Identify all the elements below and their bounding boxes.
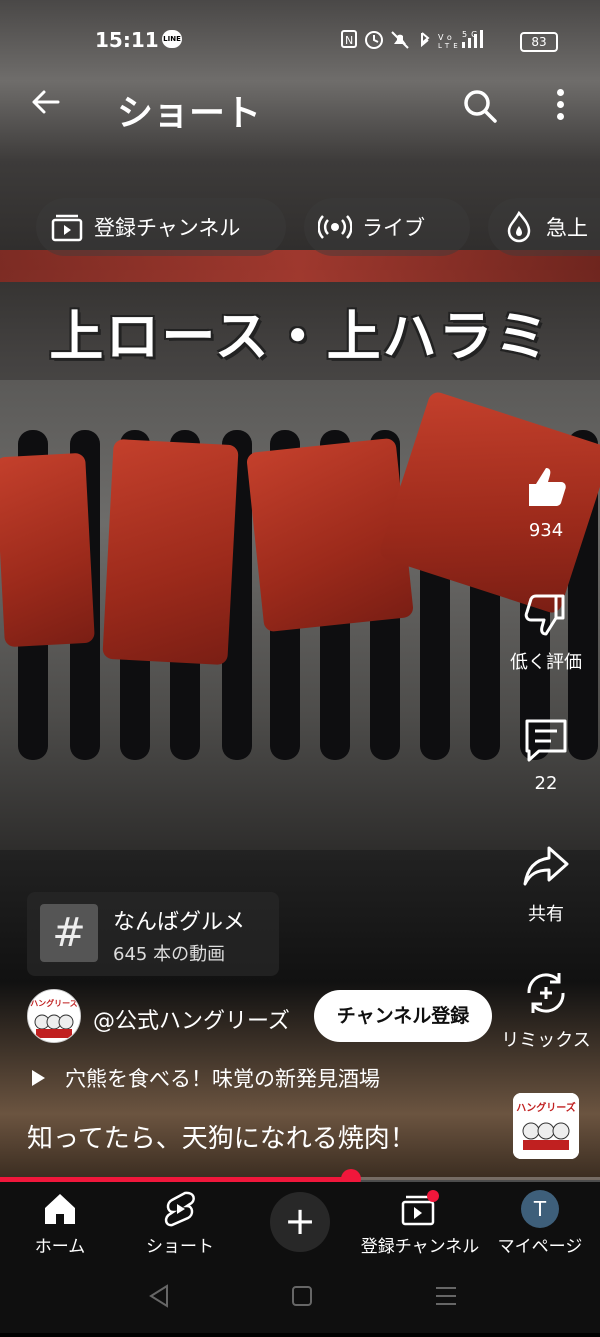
dislike-button[interactable]: 低く評価	[500, 590, 592, 674]
channel-avatar[interactable]: ハングリーズ	[27, 989, 81, 1043]
system-recents-icon[interactable]	[436, 1287, 456, 1305]
status-icons-svg: N Vo LTE 5G	[341, 30, 483, 50]
status-time: 15:11	[95, 28, 159, 52]
svg-text:Vo: Vo	[438, 33, 456, 42]
comment-icon	[525, 719, 567, 762]
more-dot-icon	[556, 101, 564, 108]
share-icon	[523, 846, 569, 886]
bottom-navigation: ホーム ショート + 登録チャンネル T マイページ	[0, 1182, 600, 1264]
nav-subscriptions[interactable]: 登録チャンネル	[360, 1190, 480, 1257]
avatar-logo-text: ハングリーズ	[30, 998, 78, 1008]
notification-dot	[427, 1190, 439, 1202]
subscriptions-icon	[360, 1190, 480, 1228]
hashtag-icon: #	[40, 904, 98, 962]
home-icon	[0, 1190, 120, 1228]
comments-button[interactable]: 22	[500, 715, 592, 794]
line-notification-icon: LINE	[162, 30, 182, 48]
nav-mypage-label: マイページ	[497, 1237, 583, 1257]
share-button[interactable]: 共有	[500, 842, 592, 926]
svg-text:LTE: LTE	[438, 42, 462, 50]
hashtag-card[interactable]: # なんばグルメ 645 本の動画	[27, 892, 279, 976]
svg-text:N: N	[345, 34, 357, 47]
sound-logo-icon: ハングリーズ	[513, 1093, 579, 1159]
meat-slice	[102, 438, 239, 666]
more-options-button[interactable]	[548, 84, 572, 128]
search-icon	[464, 90, 497, 123]
svg-text:5G: 5G	[462, 30, 481, 39]
user-avatar: T	[480, 1190, 600, 1228]
nav-shorts-label: ショート	[146, 1237, 214, 1257]
search-button[interactable]	[462, 88, 498, 124]
remix-label: リミックス	[501, 1030, 591, 1051]
nav-subscriptions-label: 登録チャンネル	[360, 1237, 480, 1257]
chip-label: 登録チャンネル	[94, 216, 241, 240]
thumbs-down-icon	[524, 594, 565, 636]
create-button[interactable]: +	[270, 1192, 330, 1252]
filter-chips: 登録チャンネル ライブ 急上	[0, 198, 600, 260]
play-triangle-icon	[32, 1070, 45, 1086]
video-overlay-title: 上ロース・上ハラミ	[49, 304, 551, 368]
subscriptions-icon	[50, 210, 84, 244]
trending-icon	[502, 210, 536, 244]
app-bar: ショート	[0, 78, 600, 138]
shorts-icon	[120, 1190, 240, 1228]
nav-home-label: ホーム	[34, 1237, 86, 1257]
system-home-icon[interactable]	[292, 1286, 312, 1306]
chip-live[interactable]: ライブ	[304, 198, 470, 256]
chip-trending[interactable]: 急上	[488, 198, 600, 256]
more-dot-icon	[556, 89, 564, 96]
subscribe-button[interactable]: チャンネル登録	[314, 990, 492, 1042]
like-button[interactable]: 934	[500, 462, 592, 541]
back-arrow-icon	[32, 90, 60, 114]
system-navigation-bar	[0, 1264, 600, 1333]
remix-icon	[527, 973, 565, 1013]
share-label: 共有	[528, 904, 564, 925]
page-title: ショート	[117, 93, 262, 134]
system-status-icons: N Vo LTE 5G	[340, 28, 510, 55]
meat-slice	[0, 452, 95, 648]
status-bar: 15:11 LINE N Vo LTE 5G 83	[0, 22, 600, 58]
comment-count: 22	[534, 773, 558, 794]
system-back-icon[interactable]	[149, 1284, 168, 1308]
nav-shorts[interactable]: ショート	[120, 1190, 240, 1257]
hashtag-video-count: 645 本の動画	[113, 944, 226, 965]
battery-indicator: 83	[520, 32, 558, 52]
dislike-label: 低く評価	[510, 652, 582, 673]
channel-row: ハングリーズ @公式ハングリーズ チャンネル登録	[27, 989, 497, 1045]
like-count: 934	[528, 520, 564, 541]
live-icon	[317, 210, 353, 244]
chip-label: 急上	[546, 216, 588, 240]
more-dot-icon	[556, 113, 564, 120]
remix-button[interactable]: リミックス	[500, 968, 592, 1052]
related-video-title: 穴熊を食べる！味覚の新発見酒場	[65, 1067, 380, 1091]
channel-logo-icon: ハングリーズ	[28, 990, 80, 1042]
sound-logo-text: ハングリーズ	[516, 1101, 576, 1114]
chip-subscriptions[interactable]: 登録チャンネル	[36, 198, 286, 256]
sound-thumbnail[interactable]: ハングリーズ	[513, 1093, 579, 1159]
nav-mypage[interactable]: T マイページ	[480, 1190, 600, 1257]
back-button[interactable]	[28, 84, 64, 129]
video-caption[interactable]: 知ってたら、天狗になれる焼肉！	[27, 1118, 416, 1155]
hashtag-title: なんばグルメ	[113, 910, 246, 935]
thumbs-up-icon	[529, 468, 566, 506]
related-video-link[interactable]: 穴熊を食べる！味覚の新発見酒場	[32, 1063, 380, 1093]
nav-home[interactable]: ホーム	[0, 1190, 120, 1257]
user-avatar-initial: T	[521, 1190, 559, 1228]
chip-label: ライブ	[362, 216, 425, 240]
channel-name[interactable]: @公式ハングリーズ	[93, 1003, 290, 1035]
